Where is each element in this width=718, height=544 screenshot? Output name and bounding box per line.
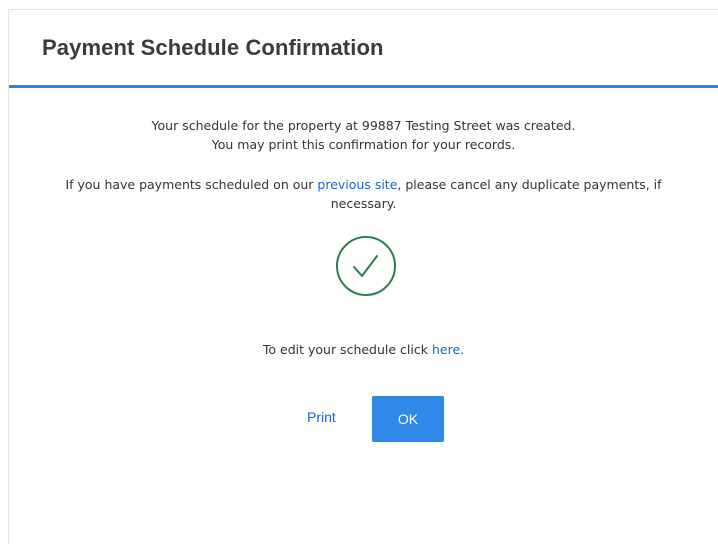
print-button[interactable]: Print [307, 409, 336, 425]
print-hint: You may print this confirmation for your… [211, 137, 516, 152]
confirmation-message: Your schedule for the property at 99887 … [151, 118, 576, 133]
edit-schedule-text: To edit your schedule click here. [9, 340, 718, 359]
dialog-title: Payment Schedule Confirmation [42, 35, 384, 60]
duplicate-payments-notice: If you have payments scheduled on our pr… [9, 175, 718, 194]
duplicate-notice-continued: necessary. [330, 196, 397, 211]
edit-prefix: To edit your schedule click [262, 342, 432, 357]
edit-schedule-link[interactable]: here. [432, 342, 464, 357]
previous-site-link[interactable]: previous site [317, 177, 397, 192]
ok-button[interactable]: OK [372, 396, 444, 442]
duplicate-notice-prefix: If you have payments scheduled on our [65, 177, 318, 192]
check-circle-icon [335, 235, 397, 297]
dialog-actions: Print OK [9, 396, 718, 442]
confirmation-dialog: Payment Schedule Confirmation Your sched… [8, 9, 718, 544]
duplicate-notice-suffix: , please cancel any duplicate payments, … [397, 177, 662, 192]
dialog-header: Payment Schedule Confirmation [9, 10, 718, 88]
